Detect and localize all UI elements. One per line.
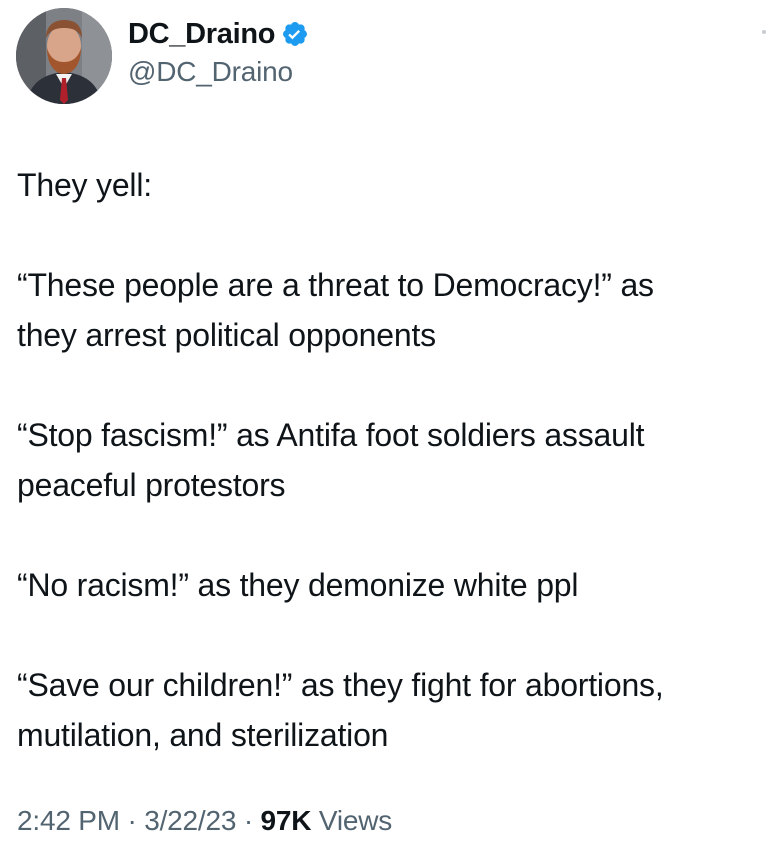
verified-badge-icon [281, 20, 309, 48]
tweet-line: They yell: [17, 167, 152, 203]
avatar-image [16, 8, 112, 104]
display-name-row: DC_Draino [128, 16, 309, 52]
views-count: 97K [260, 805, 312, 836]
meta-separator: · [243, 805, 253, 836]
author-names: DC_Draino @DC_Draino [128, 16, 309, 88]
tweet-line: peaceful protestors [17, 467, 286, 503]
views-label: Views [318, 805, 393, 836]
tweet-line: “No racism!” as they demonize white ppl [17, 567, 579, 603]
tweet-header: DC_Draino @DC_Draino [16, 8, 309, 104]
author-handle[interactable]: @DC_Draino [128, 56, 309, 88]
tweet-time[interactable]: 2:42 PM [17, 805, 120, 836]
tweet-text: They yell: “These people are a threat to… [17, 160, 768, 760]
tweet-line: mutilation, and sterilization [17, 717, 389, 753]
tweet: DC_Draino @DC_Draino They yell: “These p… [0, 0, 768, 858]
avatar[interactable] [16, 8, 112, 104]
tweet-line: they arrest political opponents [17, 317, 436, 353]
display-name[interactable]: DC_Draino [128, 18, 275, 51]
meta-separator: · [127, 805, 137, 836]
tweet-meta: 2:42 PM · 3/22/23 · 97K Views [17, 805, 392, 837]
tweet-date[interactable]: 3/22/23 [144, 805, 236, 836]
more-options-icon[interactable] [762, 30, 766, 34]
tweet-line-gap [17, 360, 768, 410]
tweet-line: “Save our children!” as they fight for a… [17, 667, 664, 703]
tweet-line: “These people are a threat to Democracy!… [17, 267, 654, 303]
tweet-line: “Stop fascism!” as Antifa foot soldiers … [17, 417, 645, 453]
tweet-line-gap [17, 210, 768, 260]
tweet-line-gap [17, 510, 768, 560]
tweet-line-gap [17, 610, 768, 660]
